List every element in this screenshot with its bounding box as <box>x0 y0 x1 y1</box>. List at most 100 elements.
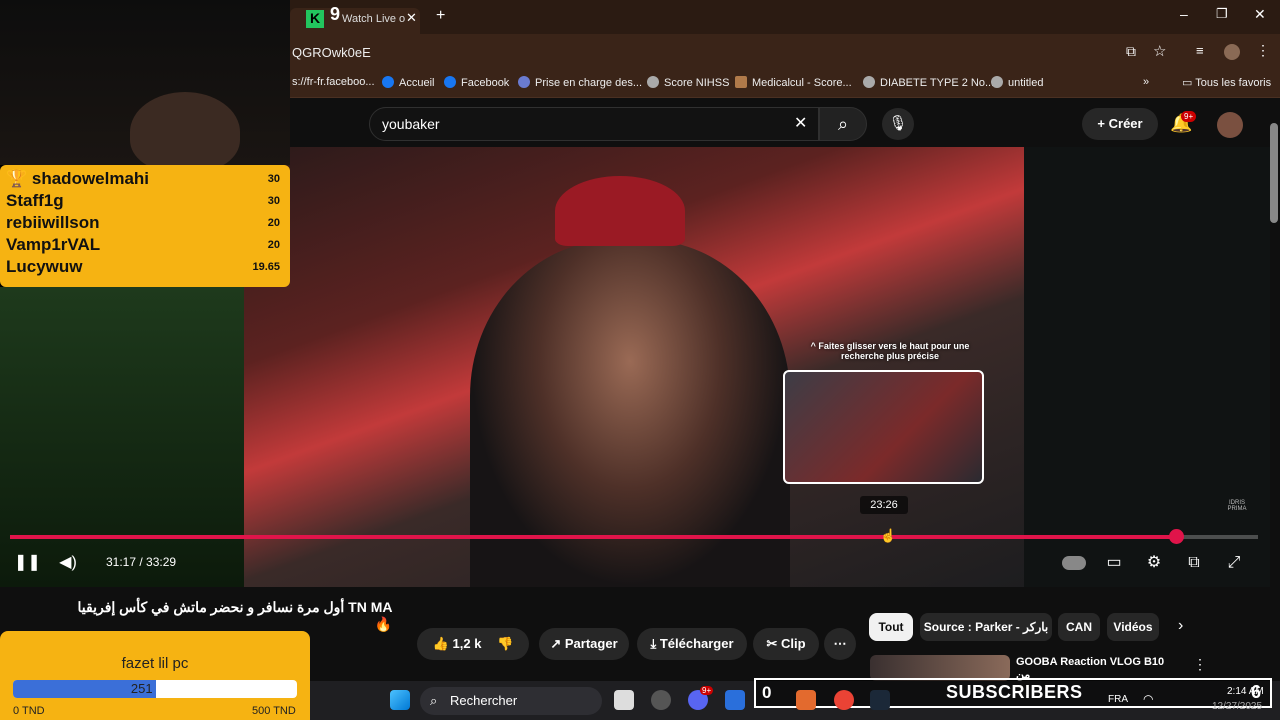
like-button[interactable]: 👍 1,2 k <box>433 636 482 651</box>
leader-name: Vamp1rVAL <box>6 235 101 254</box>
bookmark-item[interactable]: Facebook <box>444 76 509 89</box>
leader-name: shadowelmahi <box>31 169 150 188</box>
clear-search-icon[interactable]: ✕ <box>794 113 807 133</box>
preview-hint: ^ Faites glisser vers le haut pour une r… <box>810 341 970 361</box>
settings-icon[interactable]: ⚙ <box>1142 552 1166 574</box>
chrome-icon[interactable] <box>834 690 854 710</box>
leaderboard-row: 🏆 shadowelmahi 30 <box>6 169 284 191</box>
share-label: Partager <box>564 636 618 651</box>
maximize-icon[interactable]: ❐ <box>1216 6 1228 22</box>
app-icon[interactable] <box>725 690 745 710</box>
mic-button[interactable]: 🎙 <box>882 108 914 140</box>
new-tab-icon[interactable]: + <box>436 7 445 25</box>
pause-icon[interactable]: ❚❚ <box>14 552 41 574</box>
profile-icon[interactable] <box>1224 44 1240 60</box>
miniplayer-icon[interactable]: ⧉ <box>1182 552 1206 574</box>
leader-score: 30 <box>267 173 280 185</box>
search-icon: ⌕ <box>430 693 438 708</box>
create-label: Créer <box>1108 116 1143 131</box>
minimize-icon[interactable]: – <box>1180 6 1188 22</box>
time-display: 31:17 / 33:29 <box>106 555 177 569</box>
video-title-text: أول مرة نسافر و نحضر ماتش في كأس إفريقيا… <box>77 599 393 615</box>
volume-icon[interactable]: ◀) <box>56 552 80 574</box>
task-view-icon[interactable] <box>614 690 634 710</box>
taskbar-badge: 9+ <box>700 686 714 695</box>
chip-videos[interactable]: Vidéos <box>1107 613 1159 641</box>
thumb-down-icon[interactable]: 👎 <box>497 636 513 651</box>
bookmark-label: DIABETE TYPE 2 No... <box>880 77 995 89</box>
share-button[interactable]: ↗ Partager <box>539 628 629 660</box>
bookmark-label: untitled <box>1008 77 1044 89</box>
more-actions-icon[interactable]: ⋯ <box>824 628 856 660</box>
tab-badge: 9 <box>330 4 341 24</box>
download-label: Télécharger <box>659 636 734 651</box>
kick-icon: K <box>306 10 324 28</box>
all-bookmarks-label: Tous les favoris <box>1195 77 1272 89</box>
avatar[interactable] <box>1217 112 1243 138</box>
bookmark-label: Accueil <box>399 77 435 89</box>
media-icon[interactable]: ≡ <box>1196 43 1204 58</box>
close-window-icon[interactable]: ✕ <box>1254 6 1266 23</box>
facebook-icon <box>382 76 394 88</box>
install-icon[interactable]: ⧉ <box>1126 43 1136 60</box>
bookmark-item[interactable]: Score NIHSS <box>647 76 729 89</box>
clock-date: 12/27/2025 <box>1212 701 1263 712</box>
bookmark-item[interactable]: s://fr-fr.faceboo... <box>292 76 375 88</box>
subscriber-count: 0 <box>762 683 772 702</box>
bookmark-item[interactable]: untitled <box>991 76 1043 89</box>
wifi-icon[interactable]: ◠ <box>1143 692 1153 706</box>
bookmark-item[interactable]: Medicalcul - Score... <box>735 76 852 89</box>
chip-source[interactable]: Source : Parker - باركر <box>920 613 1052 641</box>
app-icon[interactable] <box>651 690 671 710</box>
search-button[interactable]: ⌕ <box>819 107 867 141</box>
bookmark-item[interactable]: Prise en charge des... <box>518 76 642 89</box>
bookmark-label: Score NIHSS <box>664 77 730 89</box>
app-icon[interactable] <box>796 690 816 710</box>
more-bookmarks-icon[interactable]: » <box>1143 76 1149 88</box>
cursor-icon: ☝ <box>880 528 897 543</box>
globe-icon <box>647 76 659 88</box>
close-tab-icon[interactable]: ✕ <box>406 10 417 26</box>
language-indicator[interactable]: FRA <box>1108 694 1128 705</box>
goal-max: 500 TND <box>252 705 296 717</box>
download-button[interactable]: ⤓ Télécharger <box>637 628 747 660</box>
leader-score: 20 <box>267 239 280 251</box>
goal-progress-fill: 251 <box>13 680 156 698</box>
goal-progress-bar: 251 <box>13 680 297 698</box>
goal-name: fazet lil pc <box>121 655 189 672</box>
steam-icon[interactable] <box>870 690 890 710</box>
preview-time: 23:26 <box>860 496 908 514</box>
chip-can[interactable]: CAN <box>1058 613 1100 641</box>
share-icon: ↗ <box>550 636 565 651</box>
search-input[interactable]: youbaker <box>369 107 819 141</box>
fire-icon: 🔥 <box>374 616 392 632</box>
bookmark-item[interactable]: DIABETE TYPE 2 No... <box>863 76 994 89</box>
star-icon[interactable]: ☆ <box>1153 42 1166 60</box>
clock-time[interactable]: 2:14 AM <box>1227 686 1264 697</box>
active-tab[interactable]: K 9 Watch Live o ✕ <box>290 4 420 34</box>
search-icon: ⌕ <box>837 114 849 134</box>
chevron-right-icon[interactable]: › <box>1178 617 1183 635</box>
create-button[interactable]: + Créer <box>1082 108 1158 140</box>
channel-watermark: IDRIS PRIMA <box>1227 500 1247 512</box>
windows-start-icon[interactable] <box>390 690 410 710</box>
plus-icon: + <box>1097 116 1109 131</box>
all-bookmarks[interactable]: ▭ Tous les favoris <box>1182 76 1271 89</box>
fullscreen-icon[interactable]: ⤢ <box>1222 552 1246 574</box>
subtitles-icon[interactable]: ▭ <box>1102 552 1126 574</box>
scrubber-handle[interactable] <box>1168 529 1184 544</box>
like-dislike-group: 👍 1,2 k 👎 <box>417 628 529 660</box>
recommendation-menu-icon[interactable]: ⋮ <box>1193 656 1207 673</box>
page-scrollbar[interactable] <box>1270 123 1278 223</box>
preview-thumbnail <box>783 370 984 484</box>
chip-all[interactable]: Tout <box>869 613 913 641</box>
taskbar-search[interactable]: ⌕ Rechercher <box>420 687 602 715</box>
globe-icon <box>518 76 530 88</box>
bookmark-item[interactable]: Accueil <box>382 76 434 89</box>
clip-button[interactable]: ✂ Clip <box>753 628 819 660</box>
autoplay-toggle[interactable] <box>1062 556 1086 570</box>
menu-icon[interactable]: ⋮ <box>1256 42 1270 59</box>
url-text: QGROwk0eE <box>292 45 371 60</box>
taskbar-search-label: Rechercher <box>450 693 518 708</box>
leader-score: 19.65 <box>252 261 280 273</box>
